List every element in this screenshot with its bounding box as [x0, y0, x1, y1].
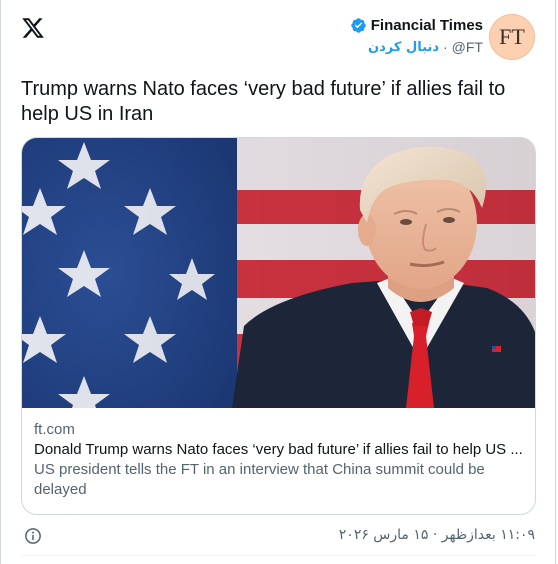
avatar-text: FT: [499, 24, 525, 49]
author-header[interactable]: Financial Times دنبال کردن · @FT FT: [350, 14, 535, 60]
avatar[interactable]: FT: [489, 14, 535, 60]
card-info[interactable]: ft.com Donald Trump warns Nato faces ‘ve…: [34, 420, 524, 500]
separator: ·: [443, 39, 448, 55]
tweet-embed: Financial Times دنبال کردن · @FT FT Trum…: [0, 0, 556, 564]
verified-badge-icon: [350, 17, 366, 33]
author-text: Financial Times دنبال کردن · @FT: [350, 14, 483, 55]
card-title[interactable]: Donald Trump warns Nato faces ‘very bad …: [34, 440, 524, 460]
timestamp[interactable]: ۱۱:۰۹ بعدازظهر · ۱۵ مارس ۲۰۲۶: [339, 527, 535, 543]
tweet-text: Trump warns Nato faces ‘very bad future’…: [21, 78, 506, 125]
author-name-row: Financial Times: [350, 14, 483, 36]
info-icon[interactable]: [24, 527, 42, 545]
display-name[interactable]: Financial Times: [371, 17, 483, 34]
card-description: US president tells the FT in an intervie…: [34, 461, 485, 498]
author-sub-row: دنبال کردن · @FT: [350, 39, 483, 55]
follow-button[interactable]: دنبال کردن: [368, 40, 439, 55]
card-domain: ft.com: [34, 421, 75, 438]
card-image[interactable]: [22, 138, 536, 408]
link-card[interactable]: ft.com Donald Trump warns Nato faces ‘ve…: [21, 137, 536, 515]
handle[interactable]: @FT: [452, 39, 483, 55]
x-logo-icon[interactable]: [21, 16, 45, 40]
divider: [21, 555, 535, 556]
